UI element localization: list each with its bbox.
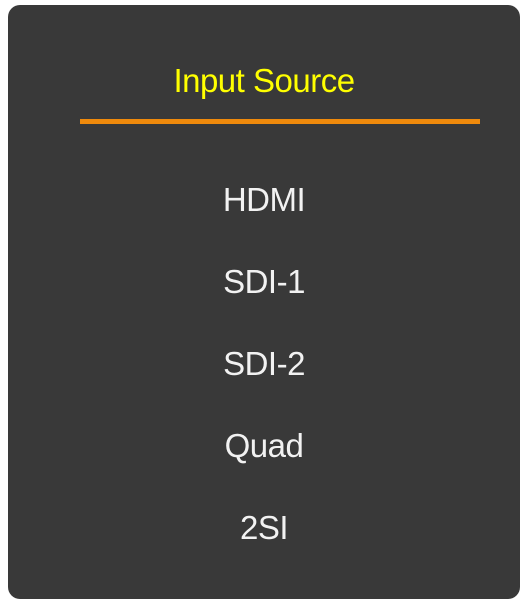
input-option-2si[interactable]: 2SI [8,508,520,590]
input-option-sdi-1[interactable]: SDI-1 [8,262,520,344]
input-option-hdmi[interactable]: HDMI [8,180,520,262]
input-source-list: HDMI SDI-1 SDI-2 Quad 2SI [8,180,520,590]
menu-title: Input Source [173,62,355,99]
input-source-menu: Input Source HDMI SDI-1 SDI-2 Quad 2SI [8,5,520,599]
input-option-quad[interactable]: Quad [8,426,520,508]
input-option-sdi-2[interactable]: SDI-2 [8,344,520,426]
title-divider [80,119,480,124]
